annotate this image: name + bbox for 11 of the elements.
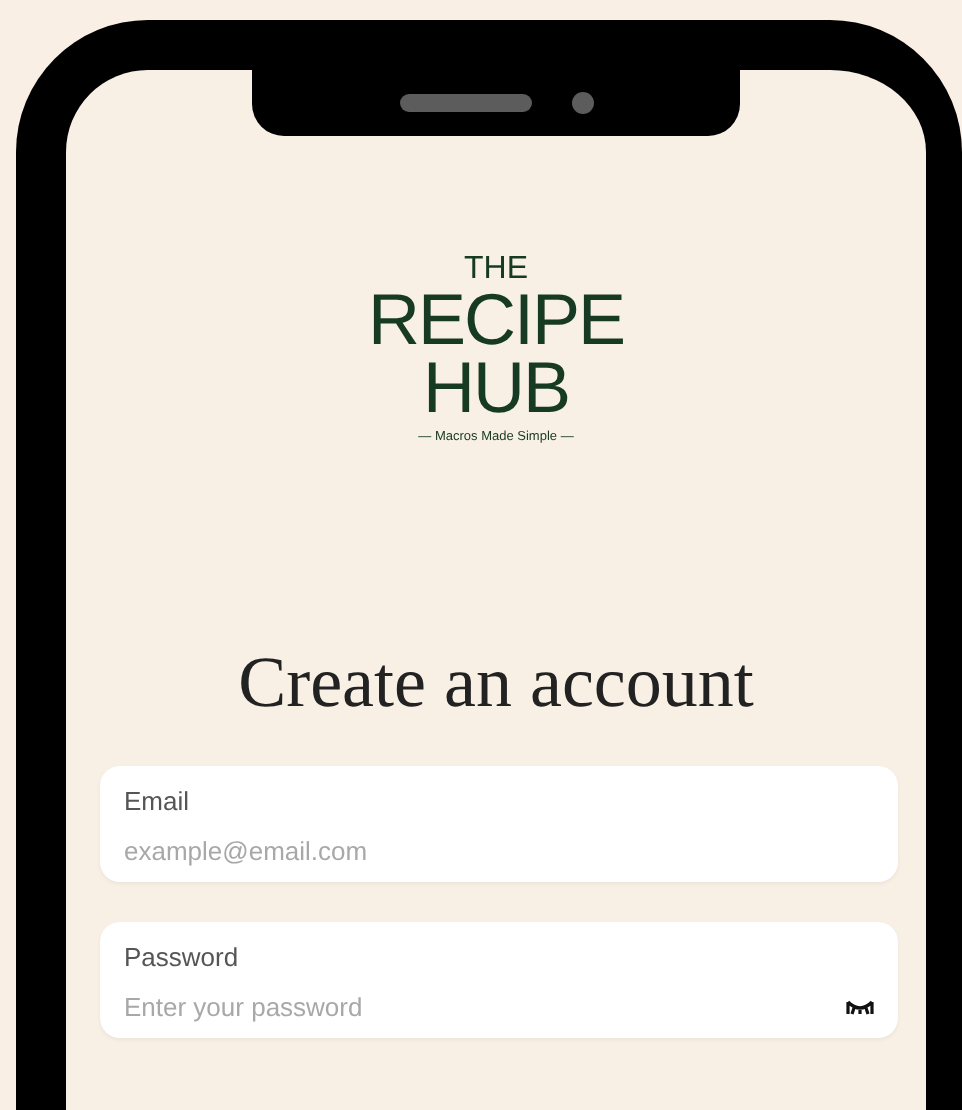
logo-text: HUB — [422, 354, 569, 422]
logo-text: RECIPE — [367, 286, 625, 354]
email-input[interactable]: example@email.com — [124, 836, 874, 866]
password-input[interactable]: Enter your password — [124, 992, 846, 1022]
logo-text: THE — [463, 254, 528, 286]
field-label: Password — [124, 942, 241, 972]
camera-icon — [571, 91, 593, 113]
speaker-icon — [399, 93, 531, 111]
page-title: Create an account — [238, 642, 754, 722]
eye-closed-icon[interactable] — [846, 999, 874, 1015]
field-label: Email — [124, 786, 192, 816]
